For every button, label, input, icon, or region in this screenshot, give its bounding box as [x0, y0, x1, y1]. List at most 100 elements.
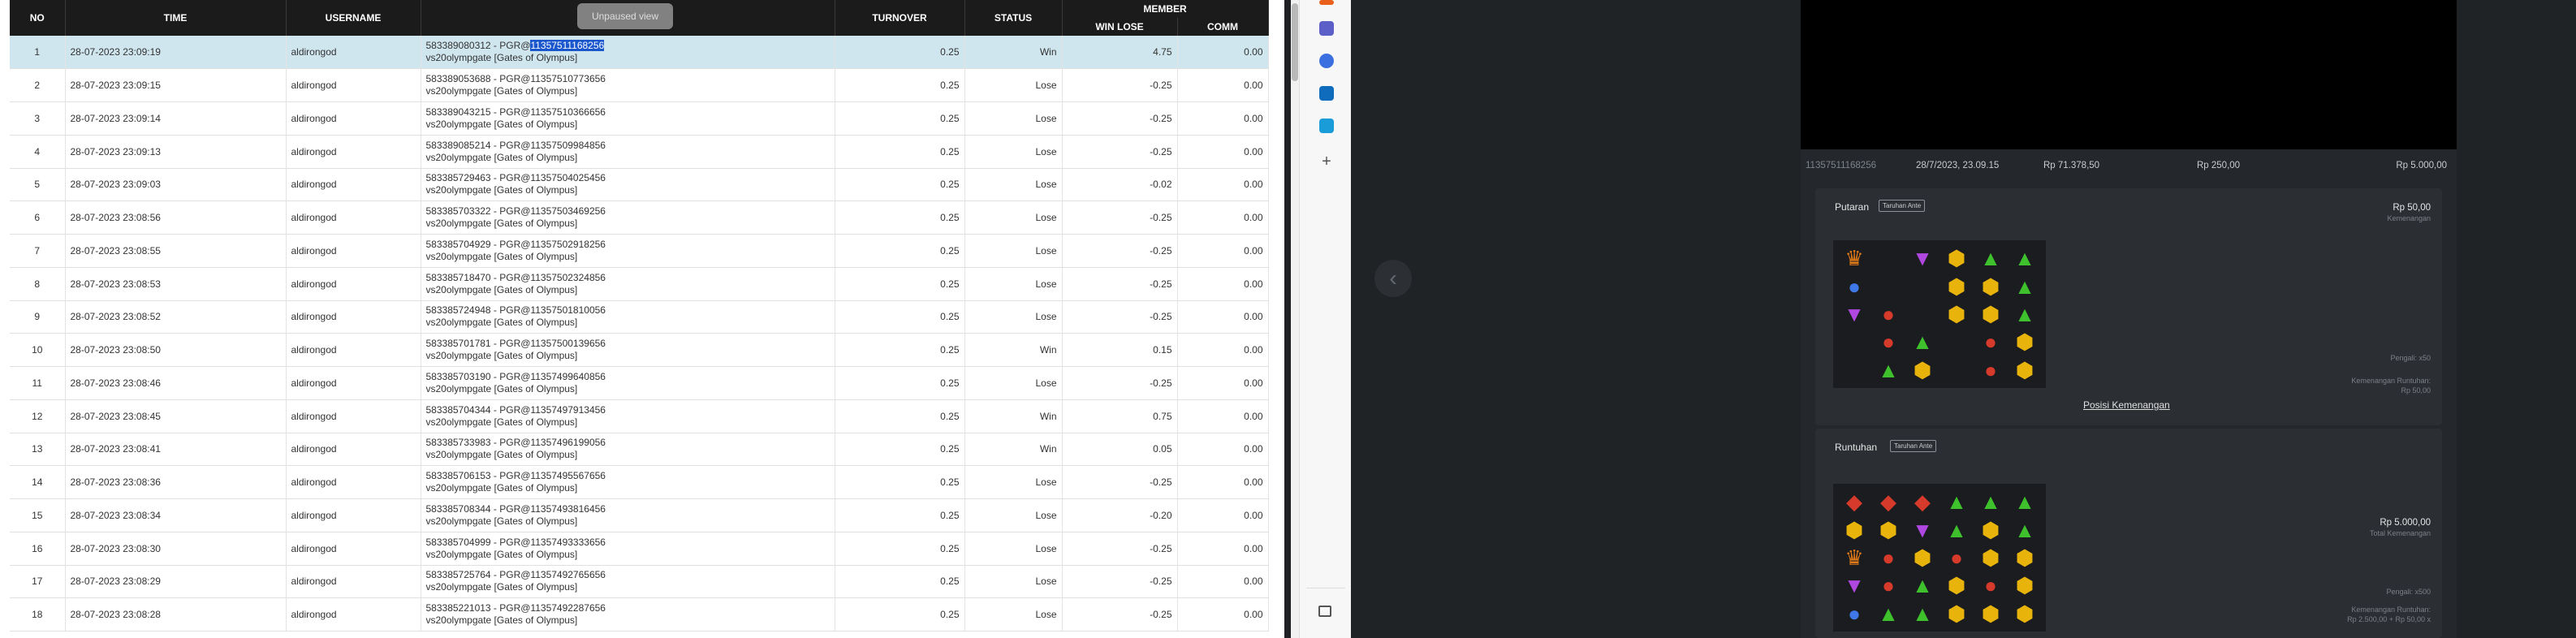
add-icon[interactable]: + [1319, 153, 1334, 170]
table-row[interactable]: 8 28-07-2023 23:08:53 aldirongod 5833857184… [10, 267, 1269, 301]
reel-symbol: ▲ [2014, 301, 2035, 326]
header-username[interactable]: USERNAME [286, 0, 421, 36]
bet-id: 583389080312 - PGR@ [425, 40, 531, 52]
reel-symbol: ♛ [1845, 545, 1864, 570]
cell-turnover: 0.25 [835, 399, 965, 433]
table-row[interactable]: 3 28-07-2023 23:09:14 aldirongod 5833890432… [10, 101, 1269, 136]
reel-symbol: ● [1984, 573, 1997, 598]
reel-symbol [1940, 357, 1973, 383]
reel-symbol: ▲ [1946, 517, 1967, 542]
bet-id: 583385221013 - PGR@11357492287656 [425, 602, 606, 614]
header-win-lose[interactable]: WIN LOSE [1062, 18, 1178, 36]
cell-info[interactable]: 583385718470 - PGR@11357502324856 vs20oly… [421, 267, 835, 301]
cell-info[interactable]: 583385221013 - PGR@11357492287656 vs20oly… [421, 597, 835, 632]
cell-win-lose: 0.75 [1062, 399, 1178, 433]
cell-info[interactable]: 583389053688 - PGR@11357510773656 vs20oly… [421, 68, 835, 102]
header-turnover[interactable]: TURNOVER [835, 0, 965, 36]
table-row[interactable]: 4 28-07-2023 23:09:13 aldirongod 5833890852… [10, 135, 1269, 169]
table-row[interactable]: 13 28-07-2023 23:08:41 aldirongod 583385733… [10, 433, 1269, 467]
bet-id-line: 583385724948 - PGR@11357501810056 [426, 304, 830, 317]
reel-symbol: ⬢ [1913, 545, 1932, 570]
table-row[interactable]: 17 28-07-2023 23:08:29 aldirongod 583385725… [10, 565, 1269, 599]
table-row[interactable]: 6 28-07-2023 23:08:56 aldirongod 5833857033… [10, 200, 1269, 235]
table-row[interactable]: 2 28-07-2023 23:09:15 aldirongod 5833890536… [10, 68, 1269, 102]
cell-info[interactable]: 583385706153 - PGR@11357495567656 vs20oly… [421, 465, 835, 499]
cell-info[interactable]: 583389080312 - PGR@11357511168256 vs20oly… [421, 36, 835, 70]
cell-win-lose: 4.75 [1062, 36, 1178, 70]
shopping-icon[interactable] [1319, 119, 1334, 133]
cell-info[interactable]: 583389043215 - PGR@11357510366656 vs20oly… [421, 101, 835, 136]
game-name: vs20olympgate [Gates of Olympus] [425, 382, 578, 394]
cell-info[interactable]: 583385703190 - PGR@11357499640856 vs20oly… [421, 366, 835, 400]
outlook-icon[interactable] [1319, 86, 1334, 101]
header-status[interactable]: STATUS [964, 0, 1063, 36]
bet-id: 583385725764 - PGR@11357492765656 [425, 569, 606, 581]
cell-info[interactable]: 583385703322 - PGR@11357503469256 vs20oly… [421, 200, 835, 235]
cell-username: aldirongod [286, 433, 421, 467]
header-comm[interactable]: COMM [1177, 18, 1269, 36]
bet-id-line: 583385704344 - PGR@11357497913456 [426, 404, 830, 416]
office-icon[interactable] [1319, 0, 1334, 5]
table-row[interactable]: 14 28-07-2023 23:08:36 aldirongod 583385706… [10, 465, 1269, 499]
winning-positions-link[interactable]: Posisi Kemenangan [2083, 399, 2170, 411]
bet-id-line: 583385701781 - PGR@11357500139656 [426, 338, 830, 350]
cell-username: aldirongod [286, 168, 421, 202]
reel-symbol [1906, 273, 1939, 299]
cell-username: aldirongod [286, 565, 421, 599]
table-row[interactable]: 18 28-07-2023 23:08:28 aldirongod 583385221… [10, 597, 1269, 632]
runtuhan-tag: Taruhan Ante [1890, 440, 1937, 452]
cell-no: 15 [10, 498, 66, 532]
table-row[interactable]: 5 28-07-2023 23:09:03 aldirongod 5833857294… [10, 168, 1269, 202]
cell-status: Win [964, 433, 1063, 467]
bet-id-line: 583385733983 - PGR@11357496199056 [426, 437, 830, 449]
cell-status: Lose [964, 366, 1063, 400]
browser-sidebar: + [1299, 0, 1351, 638]
cell-status: Lose [964, 101, 1063, 136]
cell-comm: 0.00 [1177, 399, 1269, 433]
reel-symbol: ♛ [1845, 246, 1864, 271]
cell-info[interactable]: 583385724948 - PGR@11357501810056 vs20oly… [421, 300, 835, 334]
reel-symbol: ◆ [1880, 489, 1896, 515]
cell-info[interactable]: 583385733983 - PGR@11357496199056 vs20oly… [421, 433, 835, 467]
table-row[interactable]: 10 28-07-2023 23:08:50 aldirongod 583385701… [10, 333, 1269, 367]
round-id: 11357511168256 [1806, 161, 1876, 170]
table-row[interactable]: 11 28-07-2023 23:08:46 aldirongod 583385703… [10, 366, 1269, 400]
cell-info[interactable]: 583385725764 - PGR@11357492765656 vs20oly… [421, 565, 835, 599]
tooltip: Unpaused view [577, 3, 673, 29]
header-no[interactable]: NO [10, 0, 66, 36]
cell-info[interactable]: 583385729463 - PGR@11357504025456 vs20oly… [421, 168, 835, 202]
cell-info[interactable]: 583385704999 - PGR@11357493333656 vs20oly… [421, 532, 835, 566]
cell-no: 14 [10, 465, 66, 499]
game-name: vs20olympgate [Gates of Olympus] [425, 449, 578, 461]
cell-username: aldirongod [286, 267, 421, 301]
table-row[interactable]: 16 28-07-2023 23:08:30 aldirongod 583385704… [10, 532, 1269, 566]
copilot-icon[interactable] [1319, 54, 1334, 68]
cell-info[interactable]: 583385701781 - PGR@11357500139656 vs20oly… [421, 333, 835, 367]
cell-username: aldirongod [286, 498, 421, 532]
cell-info[interactable]: 583385704344 - PGR@11357497913456 vs20oly… [421, 399, 835, 433]
left-arrow-icon[interactable]: ‹ [1374, 260, 1412, 297]
round-summary: 11357511168256 28/7/2023, 23.09.15 Rp 71… [1801, 154, 2457, 177]
table-row[interactable]: 9 28-07-2023 23:08:52 aldirongod 5833857249… [10, 300, 1269, 334]
cell-status: Lose [964, 300, 1063, 334]
table-row[interactable]: 1 28-07-2023 23:09:19 aldirongod 5833890803… [10, 36, 1269, 70]
table-row[interactable]: 7 28-07-2023 23:08:55 aldirongod 5833857049… [10, 234, 1269, 268]
table-row[interactable]: 15 28-07-2023 23:08:34 aldirongod 583385708… [10, 498, 1269, 532]
table-row[interactable]: 12 28-07-2023 23:08:45 aldirongod 583385704… [10, 399, 1269, 433]
cell-info[interactable]: 583385708344 - PGR@11357493816456 vs20oly… [421, 498, 835, 532]
reel-symbol: ▲ [2014, 489, 2035, 515]
cell-info[interactable]: 583389085214 - PGR@11357509984856 vs20oly… [421, 135, 835, 169]
bet-id-line: 583389053688 - PGR@11357510773656 [426, 73, 830, 85]
cell-no: 10 [10, 333, 66, 367]
sidebar-toggle-icon[interactable] [1318, 606, 1331, 617]
scrollbar[interactable] [1291, 0, 1299, 638]
reel-symbol: ▼ [1844, 301, 1865, 326]
cell-no: 7 [10, 234, 66, 268]
cell-comm: 0.00 [1177, 565, 1269, 599]
teams-icon[interactable] [1319, 21, 1334, 36]
reel-symbol: ▲ [1980, 246, 2001, 271]
header-time[interactable]: TIME [65, 0, 287, 36]
game-name: vs20olympgate [Gates of Olympus] [425, 581, 578, 593]
scrollbar-thumb[interactable] [1292, 3, 1298, 81]
cell-info[interactable]: 583385704929 - PGR@11357502918256 vs20oly… [421, 234, 835, 268]
